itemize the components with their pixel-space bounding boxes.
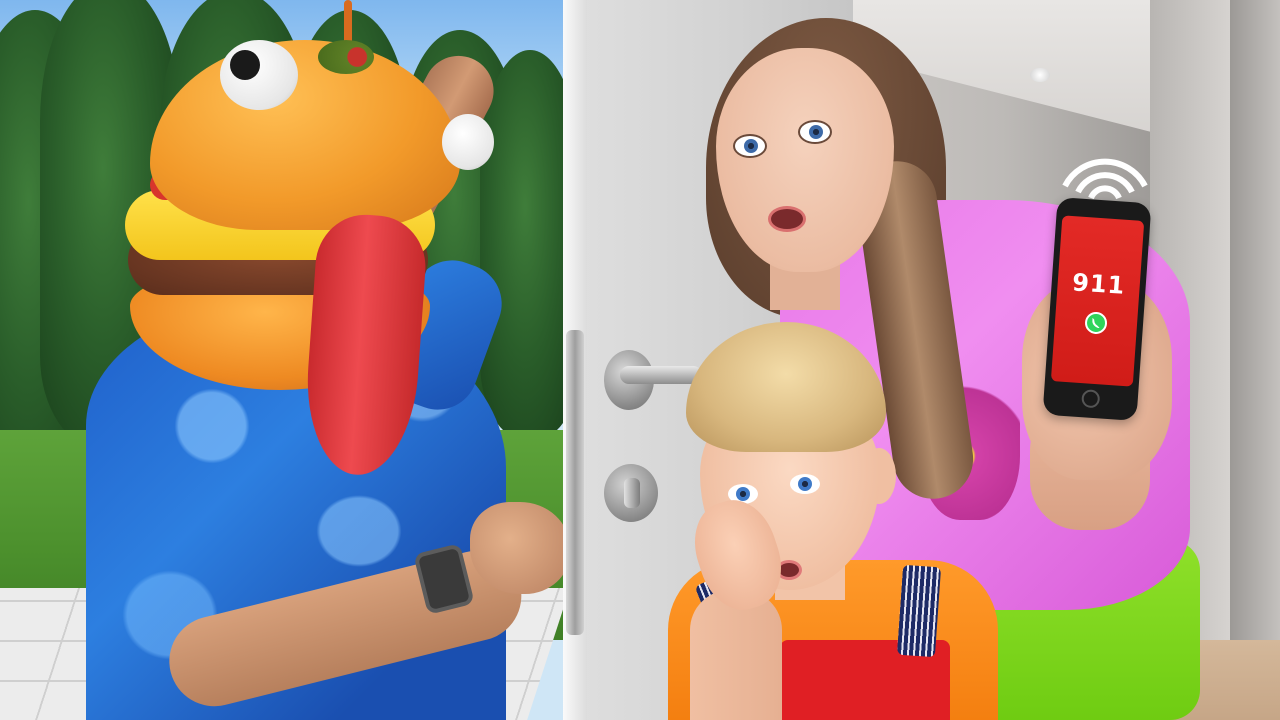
woman-mouth (768, 206, 806, 232)
door-lock-knob[interactable] (624, 478, 640, 508)
phone-call-icon[interactable] (1084, 311, 1108, 335)
scene: 911 (0, 0, 1280, 720)
woman-eye-right (798, 120, 832, 144)
burger-pupil (230, 50, 260, 80)
burger-eye-left (220, 40, 298, 110)
woman-face (716, 48, 894, 272)
smartphone[interactable]: 911 (1042, 196, 1152, 422)
burger-eye-right (442, 114, 494, 170)
woman-eye-left (733, 134, 767, 158)
boy-iris (736, 487, 750, 501)
olive (318, 40, 374, 74)
boy-iris (798, 477, 812, 491)
burger-mask (120, 0, 494, 479)
man-hand (470, 502, 570, 594)
dialed-number: 911 (1071, 268, 1127, 300)
phone-home-button[interactable] (1081, 389, 1101, 409)
door-handle[interactable] (620, 366, 702, 384)
boy-eye-right (790, 474, 820, 494)
hedge-tree (480, 50, 570, 440)
door-latch-plate (566, 330, 584, 635)
ceiling-light (1030, 68, 1050, 82)
burger-top-bun (150, 40, 460, 230)
woman-iris (809, 125, 823, 139)
phone-screen[interactable]: 911 (1050, 215, 1145, 387)
toothpick (344, 0, 352, 44)
overall-strap-right (896, 564, 942, 658)
far-wall (1230, 0, 1280, 720)
woman-iris (744, 139, 758, 153)
